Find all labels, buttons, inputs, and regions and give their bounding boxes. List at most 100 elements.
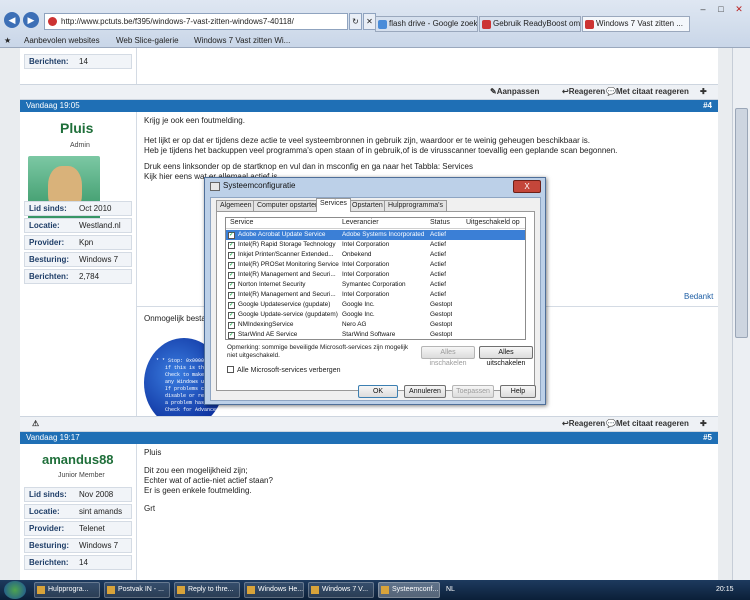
task-windows7[interactable]: Windows 7 V...	[308, 582, 374, 598]
task-reply[interactable]: Reply to thre...	[174, 582, 240, 598]
tab-google[interactable]: flash drive - Google zoeken	[375, 16, 478, 32]
service-row[interactable]: ✓ StarWind AE Service StarWind Software Ges…	[226, 330, 525, 339]
favorites-bar: ★ Aanbevolen websites Web Slice-galerie …	[0, 33, 750, 48]
user-info-row: Locatie: sint amands	[24, 504, 132, 519]
username[interactable]: Pluis	[60, 120, 93, 136]
services-list[interactable]: Service Leverancier Status Uitgeschakeld…	[225, 217, 526, 340]
post-body-line: Heb je tijdens het backuppen veel progra…	[144, 146, 618, 155]
favorite-web-slice[interactable]: Web Slice-galerie	[116, 33, 179, 48]
post-body-line: Het lijkt er op dat er tijdens deze acti…	[144, 136, 591, 145]
favorites-star-icon[interactable]: ★	[4, 33, 11, 48]
tab-computer-opstarten[interactable]: Computer opstarten	[253, 200, 323, 211]
multi-quote-icon[interactable]: ✚	[700, 417, 707, 431]
taskbar: Hulpprogra... Postvak IN - ... Reply to …	[0, 580, 750, 600]
clock[interactable]: 20:15	[716, 583, 734, 597]
quote-reply-button[interactable]: 💬 Met citaat reageren	[606, 85, 689, 99]
report-icon[interactable]: ⚠	[32, 417, 39, 431]
post-body-line: Pluis	[144, 448, 162, 457]
apply-button[interactable]: Toepassen	[452, 385, 494, 398]
services-list-header: Service Leverancier Status Uitgeschakeld…	[226, 218, 525, 229]
task-windows-help[interactable]: Windows He...	[244, 582, 304, 598]
dialog-close-button[interactable]: X	[513, 180, 541, 193]
scrollbar-thumb[interactable]	[735, 108, 748, 338]
user-info-row: Provider: Telenet	[24, 521, 132, 536]
post-date: Vandaag 19:05	[26, 101, 80, 110]
hide-ms-services-checkbox[interactable]: Alle Microsoft-services verbergen	[227, 366, 340, 375]
dialog-title: Systeemconfiguratie	[223, 181, 296, 190]
prev-post-actions: ✎ Aanpassen ↩ Reageren 💬 Met citaat reag…	[20, 84, 718, 100]
service-row[interactable]: ✓ Intel(R) PROSet Monitoring Service Intel…	[226, 260, 525, 270]
service-row[interactable]: ✓ Google Updateservice (gupdate) Google In…	[226, 300, 525, 310]
tab-services[interactable]: Services	[316, 198, 351, 212]
favorite-aanbevolen[interactable]: Aanbevolen websites	[24, 33, 100, 48]
checkbox-checked-icon: ✓	[228, 282, 235, 289]
ok-button[interactable]: OK	[358, 385, 398, 398]
post-number[interactable]: #4	[703, 100, 712, 112]
tab-hulpprogrammas[interactable]: Hulpprogramma's	[384, 200, 448, 211]
refresh-icon[interactable]: ↻	[349, 13, 362, 30]
thanks-button[interactable]: Bedankt	[684, 292, 713, 301]
service-row[interactable]: ✓ Intel(R) Management and Securi... Intel …	[226, 270, 525, 280]
quote-reply-button[interactable]: 💬 Met citaat reageren	[606, 417, 689, 431]
help-button[interactable]: Help	[500, 385, 536, 398]
column-service[interactable]: Service	[230, 218, 253, 228]
task-postvak[interactable]: Postvak IN - ...	[104, 582, 170, 598]
username[interactable]: amandus88	[42, 452, 114, 467]
checkbox-icon	[227, 366, 234, 373]
service-row[interactable]: ✓ Adobe Acrobat Update Service Adobe Syste…	[226, 230, 525, 240]
services-panel: Service Leverancier Status Uitgeschakeld…	[216, 211, 535, 391]
user-info-row: Berichten: 2,784	[24, 269, 132, 284]
column-vendor[interactable]: Leverancier	[342, 218, 379, 228]
task-systeemconfiguratie[interactable]: Systeemconf...	[378, 582, 440, 598]
reply-button[interactable]: ↩ Reageren	[562, 85, 605, 99]
service-row[interactable]: ✓ Norton Internet Security Symantec Corpor…	[226, 280, 525, 290]
checkbox-checked-icon: ✓	[228, 332, 235, 339]
task-hulpprogrammas[interactable]: Hulpprogra...	[34, 582, 100, 598]
browser-toolbar: ◀ ▶ http://www.pctuts.be/f395/windows-7-…	[0, 0, 750, 48]
post-body-line: Echter wat of actie-niet actief staan?	[144, 476, 273, 485]
signature-text: Onmogelijk besta...	[144, 314, 213, 323]
tab-opstarten[interactable]: Opstarten	[348, 200, 387, 211]
start-button-icon[interactable]	[4, 581, 26, 599]
checkbox-checked-icon: ✓	[228, 232, 235, 239]
address-url: http://www.pctuts.be/f395/windows-7-vast…	[61, 17, 294, 26]
column-status[interactable]: Status	[430, 218, 450, 228]
back-button[interactable]: ◀	[4, 12, 20, 28]
language-indicator[interactable]: NL	[446, 583, 455, 597]
service-row[interactable]: ✓ Inkjet Printer/Scanner Extended... Onbek…	[226, 250, 525, 260]
edit-button[interactable]: ✎ Aanpassen	[490, 85, 539, 99]
tab-algemeen[interactable]: Algemeen	[216, 200, 256, 211]
post4-actions: ⚠ ↩ Reageren 💬 Met citaat reageren ✚	[20, 416, 718, 432]
checkbox-checked-icon: ✓	[228, 242, 235, 249]
post-date: Vandaag 19:17	[26, 433, 80, 442]
services-note: Opmerking: sommige beveiligde Microsoft-…	[227, 344, 409, 359]
google-icon	[378, 20, 387, 29]
post-body-line: Dit zou een mogelijkheid zijn;	[144, 466, 248, 475]
forward-button[interactable]: ▶	[23, 12, 39, 28]
msconfig-icon	[210, 182, 220, 191]
address-bar[interactable]: http://www.pctuts.be/f395/windows-7-vast…	[44, 13, 348, 30]
user-info-row: Lid sinds: Oct 2010	[24, 201, 132, 216]
service-row[interactable]: ✓ Intel(R) Rapid Storage Technology Intel …	[226, 240, 525, 250]
service-row[interactable]: ✓ Google Update-service (gupdatem) Google …	[226, 310, 525, 320]
cancel-button[interactable]: Annuleren	[404, 385, 446, 398]
disable-all-button[interactable]: Alles uitschakelen	[479, 346, 533, 367]
column-divider	[136, 444, 137, 580]
post-number[interactable]: #5	[703, 432, 712, 444]
favorite-windows7[interactable]: Windows 7 Vast zitten Wi...	[194, 33, 290, 48]
multi-quote-icon[interactable]: ✚	[700, 85, 707, 99]
user-info-row: Berichten: 14	[24, 555, 132, 570]
user-info-row: Locatie: Westland.nl	[24, 218, 132, 233]
close-icon[interactable]: ✕	[728, 2, 750, 16]
tab-readyboost[interactable]: Gebruik ReadyBoost om Vi...	[479, 16, 581, 32]
dialog-body: Algemeen Computer opstarten Services Ops…	[210, 197, 541, 401]
service-row[interactable]: ✓ NMIndexingService Nero AG Gestopt	[226, 320, 525, 330]
reply-button[interactable]: ↩ Reageren	[562, 417, 605, 431]
service-row[interactable]: ✓ Intel(R) Management and Securi... Intel …	[226, 290, 525, 300]
column-divider	[136, 48, 137, 84]
enable-all-button[interactable]: Alles inschakelen	[421, 346, 475, 367]
column-disabled-on[interactable]: Uitgeschakeld op	[466, 218, 520, 228]
post-body-line: Grt	[144, 504, 156, 513]
tab-windows7[interactable]: Windows 7 Vast zitten ...	[582, 16, 690, 32]
page-scrollbar[interactable]	[732, 48, 750, 580]
